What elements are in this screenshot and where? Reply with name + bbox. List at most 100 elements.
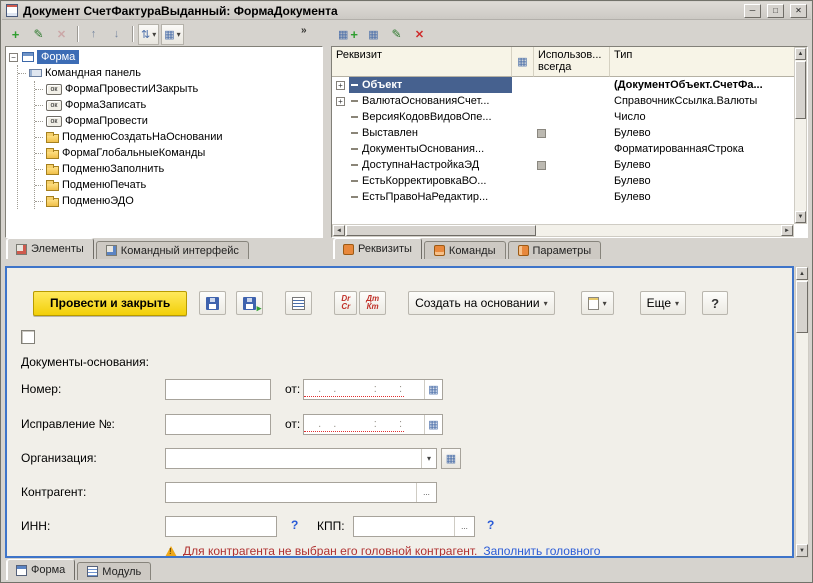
use-always-checkbox[interactable] bbox=[537, 129, 546, 138]
move-down-button[interactable]: ↓ bbox=[106, 24, 127, 45]
attribute-name: ЕстьПравоНаРедактир... bbox=[362, 191, 488, 203]
more-button[interactable]: Еще ▾ bbox=[640, 291, 686, 315]
expand-icon[interactable]: + bbox=[336, 97, 345, 106]
form-vertical-scrollbar[interactable]: ▲ ▼ bbox=[795, 266, 809, 558]
tree-item-command-panel[interactable]: Командная панель bbox=[18, 65, 322, 81]
attributes-vertical-scrollbar[interactable]: ▲ ▼ bbox=[794, 47, 807, 224]
kpp-select-button[interactable]: ... bbox=[454, 517, 474, 536]
attribute-icon bbox=[351, 148, 358, 150]
minimize-button[interactable]: ─ bbox=[744, 4, 761, 18]
tree-item[interactable]: ПодменюЭДО bbox=[35, 193, 322, 209]
tab-parameters[interactable]: Параметры bbox=[508, 241, 602, 259]
grid-header: Реквизит ▦ Использов... всегда Тип bbox=[332, 47, 794, 77]
tree-twig bbox=[35, 201, 43, 202]
form-preview[interactable]: Провести и закрыть ▸ DrCr ДтКт Создать н… bbox=[5, 266, 794, 558]
tab-commands[interactable]: Команды bbox=[424, 241, 506, 259]
title-bar[interactable]: Документ СчетФактураВыданный: ФормаДокум… bbox=[2, 2, 811, 20]
tab-command-interface[interactable]: Командный интерфейс bbox=[96, 241, 249, 259]
sort-dropdown-button[interactable]: ⇅ ▾ bbox=[138, 24, 159, 45]
add-button[interactable]: + bbox=[5, 24, 26, 45]
move-up-button[interactable]: ↑ bbox=[83, 24, 104, 45]
post-button[interactable]: ▸ bbox=[236, 291, 263, 315]
scroll-down-button[interactable]: ▼ bbox=[796, 544, 808, 557]
number-input[interactable] bbox=[165, 379, 271, 400]
use-always-checkbox[interactable] bbox=[537, 161, 546, 170]
attributes-horizontal-scrollbar[interactable]: ◄ ► bbox=[332, 224, 794, 237]
inn-input[interactable] bbox=[165, 516, 277, 537]
edit-button[interactable]: ✎ bbox=[28, 24, 49, 45]
dr-cr-button[interactable]: DrCr bbox=[334, 291, 357, 315]
organization-open-button[interactable]: ▦ bbox=[441, 448, 461, 469]
post-and-close-button[interactable]: Провести и закрыть bbox=[33, 291, 187, 316]
chevron-down-icon[interactable]: ▾ bbox=[421, 449, 436, 468]
documents-base-link[interactable]: Документы-основания: bbox=[21, 355, 149, 369]
contractor-select-button[interactable]: ... bbox=[416, 483, 436, 502]
attribute-row[interactable]: Выставлен Булево bbox=[332, 125, 794, 141]
attribute-row[interactable]: ЕстьКорректировкаВО... Булево bbox=[332, 173, 794, 189]
dt-kt-button[interactable]: ДтКт bbox=[359, 291, 386, 315]
add-attribute-button[interactable]: ▦+ bbox=[335, 24, 361, 45]
attribute-row[interactable]: ВерсияКодовВидовОпе... Число bbox=[332, 109, 794, 125]
delete-attribute-button[interactable]: ✕ bbox=[409, 24, 430, 45]
delete-button[interactable]: ✕ bbox=[51, 24, 72, 45]
tree-item[interactable]: ПодменюСоздатьНаОсновании bbox=[35, 129, 322, 145]
form-checkbox[interactable] bbox=[21, 330, 35, 344]
column-header-icon[interactable]: ▦ bbox=[512, 47, 534, 77]
contractor-input[interactable]: ... bbox=[165, 482, 437, 503]
calendar-button[interactable]: ▦ bbox=[424, 380, 442, 399]
help-button[interactable]: ? bbox=[702, 291, 728, 315]
attachments-dropdown-button[interactable]: ▾ bbox=[581, 291, 614, 315]
attribute-row[interactable]: +Объект (ДокументОбъект.СчетФа... bbox=[332, 77, 794, 93]
column-header-type[interactable]: Тип bbox=[610, 47, 794, 77]
attribute-row[interactable]: ДокументыОснования... ФорматированнаяСтр… bbox=[332, 141, 794, 157]
expand-icon[interactable]: + bbox=[336, 81, 345, 90]
edit-attribute-button[interactable]: ✎ bbox=[386, 24, 407, 45]
scroll-down-button[interactable]: ▼ bbox=[795, 211, 806, 223]
date-input[interactable]: . . : : ▦ bbox=[303, 379, 443, 400]
scroll-up-button[interactable]: ▲ bbox=[795, 48, 806, 60]
tree-item[interactable]: ПодменюПечать bbox=[35, 177, 322, 193]
kpp-input[interactable]: ... bbox=[353, 516, 475, 537]
correction-date-input[interactable]: . . : : ▦ bbox=[303, 414, 443, 435]
tree-item[interactable]: окФормаЗаписать bbox=[35, 97, 322, 113]
tree-item[interactable]: окФормаПровестиИЗакрыть bbox=[35, 81, 322, 97]
scroll-up-button[interactable]: ▲ bbox=[796, 267, 808, 280]
column-header-attribute[interactable]: Реквизит bbox=[332, 47, 512, 77]
correction-input[interactable] bbox=[165, 414, 271, 435]
organization-combo[interactable]: ▾ bbox=[165, 448, 437, 469]
scroll-left-button[interactable]: ◄ bbox=[333, 225, 345, 236]
save-button[interactable] bbox=[199, 291, 226, 315]
attributes-panel: Реквизит ▦ Использов... всегда Тип +Объе… bbox=[331, 46, 808, 238]
attribute-row[interactable]: ДоступнаНастройкаЭД Булево bbox=[332, 157, 794, 173]
tab-attributes[interactable]: Реквизиты bbox=[333, 238, 422, 259]
warning-text: Для контрагента не выбран его головной к… bbox=[183, 544, 477, 558]
attribute-row[interactable]: +ВалютаОснованияСчет... СправочникСсылка… bbox=[332, 93, 794, 109]
tab-form[interactable]: Форма bbox=[6, 559, 75, 580]
create-based-on-button[interactable]: Создать на основании ▾ bbox=[408, 291, 555, 315]
collapse-icon[interactable]: − bbox=[9, 53, 18, 62]
view-mode-dropdown-button[interactable]: ▦ ▾ bbox=[161, 24, 183, 45]
close-button[interactable]: ✕ bbox=[790, 4, 807, 18]
commands-tab-icon bbox=[434, 245, 445, 256]
tab-elements[interactable]: Элементы bbox=[6, 238, 94, 259]
tree-item[interactable]: ПодменюЗаполнить bbox=[35, 161, 322, 177]
tree-item[interactable]: окФормаПровести bbox=[35, 113, 322, 129]
tab-label: Элементы bbox=[31, 243, 84, 255]
scrollbar-thumb[interactable] bbox=[796, 281, 808, 333]
tree-item[interactable]: ФормаГлобальныеКоманды bbox=[35, 145, 322, 161]
show-list-button[interactable] bbox=[285, 291, 312, 315]
inn-help-link[interactable]: ? bbox=[291, 518, 298, 532]
attribute-row[interactable]: ЕстьПравоНаРедактир... Булево bbox=[332, 189, 794, 205]
column-header-use-always[interactable]: Использов... всегда bbox=[534, 47, 610, 77]
calendar-button[interactable]: ▦ bbox=[424, 415, 442, 434]
maximize-button[interactable]: □ bbox=[767, 4, 784, 18]
scroll-right-button[interactable]: ► bbox=[781, 225, 793, 236]
kpp-help-link[interactable]: ? bbox=[487, 518, 494, 532]
toolbar-overflow-button[interactable]: » bbox=[301, 25, 307, 36]
fill-head-contractor-link[interactable]: Заполнить головного bbox=[483, 544, 600, 558]
scrollbar-thumb[interactable] bbox=[346, 225, 536, 236]
attribute-table-button[interactable]: ▦ bbox=[363, 24, 384, 45]
tab-module[interactable]: Модуль bbox=[77, 562, 151, 580]
tree-item-forma[interactable]: − Форма bbox=[8, 49, 322, 65]
scrollbar-thumb[interactable] bbox=[795, 61, 806, 119]
